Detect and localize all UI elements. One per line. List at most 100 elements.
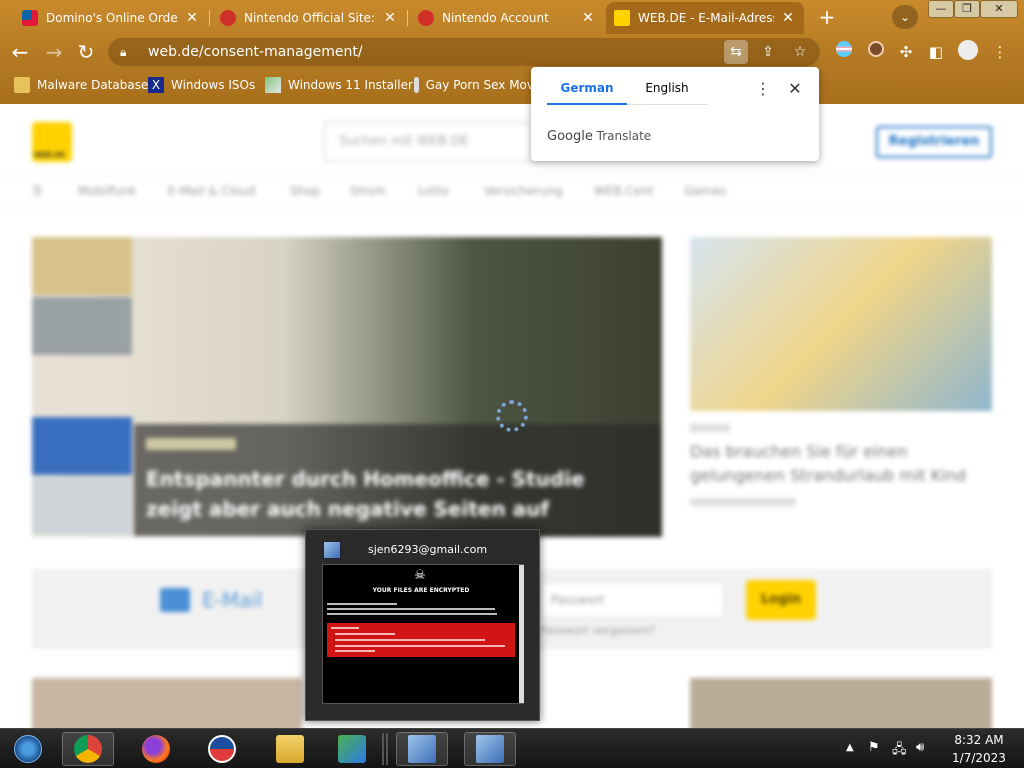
forgot-password-link[interactable]: Passwort vergessen?	[540, 624, 655, 637]
tab-search-button[interactable]: ⌄	[892, 5, 918, 29]
taskbar-network[interactable]	[326, 732, 378, 766]
nav-item[interactable]: E-Mail & Cloud	[168, 184, 256, 198]
tab-dominos[interactable]: Domino's Online Ordering ✕	[14, 4, 208, 32]
address-bar[interactable]: 🔒︎ web.de/consent-management/ ⇆ ⇪ ☆	[108, 38, 820, 66]
close-tab-icon[interactable]: ✕	[780, 10, 796, 26]
hero-caption[interactable]: Entspannter durch Homeoffice - Studie ze…	[134, 424, 662, 536]
taskbar-chrome[interactable]	[62, 732, 114, 766]
bookmark-gay-porn-sex-mov[interactable]: Gay Porn Sex Mov	[414, 74, 534, 96]
folder-icon	[14, 77, 30, 93]
translate-source-tab[interactable]: German	[547, 81, 627, 105]
nav-item[interactable]: Games	[684, 184, 726, 198]
new-tab-button[interactable]: +	[814, 6, 840, 30]
close-tab-icon[interactable]: ✕	[382, 10, 398, 26]
side-panel-icon[interactable]: ◧	[924, 40, 948, 64]
close-tab-icon[interactable]: ✕	[184, 10, 200, 26]
scrollbar[interactable]	[519, 565, 524, 703]
google-wordmark: Google	[547, 129, 593, 144]
show-hidden-icons-icon[interactable]: ▲	[846, 742, 854, 753]
start-button[interactable]	[2, 732, 54, 766]
extension-flag-icon[interactable]	[832, 40, 856, 64]
thumbnail[interactable]	[32, 417, 132, 475]
register-button[interactable]: Registrieren	[876, 126, 992, 158]
network-icon[interactable]: 🖧︎	[892, 740, 907, 762]
x-favicon-icon: X	[148, 77, 164, 93]
nav-item[interactable]: Versicherung	[484, 184, 563, 198]
tab-title: Nintendo Account	[442, 11, 549, 25]
side-article-image[interactable]	[690, 237, 992, 411]
program-icon	[476, 735, 504, 763]
hero-kicker	[146, 438, 236, 450]
translate-target-tab[interactable]: English	[627, 81, 707, 105]
extensions-puzzle-icon[interactable]: ✣	[894, 40, 918, 64]
taskbar-firefox[interactable]	[130, 732, 182, 766]
system-clock[interactable]: 8:32 AM 1/7/2023	[944, 731, 1014, 767]
password-input[interactable]: Passwort	[540, 582, 724, 618]
nav-item[interactable]: WEB.Cent	[594, 184, 654, 198]
chrome-icon	[74, 735, 102, 763]
ransomware-window[interactable]: sjen6293@gmail.com ☠ YOUR FILES ARE ENCR…	[305, 529, 540, 721]
forward-arrow-icon[interactable]: →	[40, 38, 68, 66]
program-icon	[323, 541, 341, 559]
hero-headline: Entspannter durch Homeoffice - Studie ze…	[146, 467, 585, 521]
profile-icon[interactable]	[956, 40, 980, 64]
translate-options-icon[interactable]: ⋮	[755, 79, 771, 98]
side-headline[interactable]: Das brauchen Sie für einen gelungenen St…	[690, 440, 990, 488]
lock-icon: 🔒︎	[120, 44, 127, 59]
hamburger-icon[interactable]: ☰	[32, 184, 43, 198]
firefox-icon	[142, 735, 170, 763]
share-icon[interactable]: ⇪	[756, 40, 780, 64]
taskbar-file-explorer[interactable]	[264, 732, 316, 766]
ransom-heading: YOUR FILES ARE ENCRYPTED	[372, 587, 470, 594]
loading-spinner-icon	[496, 400, 528, 432]
tab-webde[interactable]: WEB.DE - E-Mail-Adresse ✕	[606, 2, 804, 34]
bookmark-malware-database[interactable]: Malware Database	[14, 74, 148, 96]
article-image[interactable]	[32, 678, 302, 728]
close-tab-icon[interactable]: ✕	[580, 10, 596, 26]
taskbar-divider	[386, 733, 388, 765]
tab-title: Nintendo Official Site: Co	[244, 11, 376, 25]
extension-avatar-icon[interactable]	[864, 40, 888, 64]
site-search-input[interactable]: Suchen mit WEB.DE	[324, 122, 534, 162]
menu-kebab-icon[interactable]: ⋮	[988, 40, 1012, 64]
translate-icon[interactable]: ⇆	[724, 40, 748, 64]
tab-nintendo-official[interactable]: Nintendo Official Site: Co ✕	[212, 4, 406, 32]
note-text-line	[335, 650, 375, 652]
minimize-button[interactable]: —	[928, 0, 954, 18]
webde-logo[interactable]	[32, 122, 72, 162]
nav-item[interactable]: Mobilfunk	[78, 184, 136, 198]
taskbar-ransomware-2[interactable]	[464, 732, 516, 766]
back-arrow-icon[interactable]: ←	[6, 38, 34, 66]
volume-icon[interactable]: 🔊︎	[916, 740, 924, 755]
bookmark-windows-isos[interactable]: X Windows ISOs	[148, 74, 255, 96]
action-center-flag-icon[interactable]: ⚑	[868, 740, 880, 755]
login-button[interactable]: Login	[746, 580, 816, 620]
taskbar-obama[interactable]	[196, 732, 248, 766]
thumbnail[interactable]	[32, 477, 132, 535]
thumbnail[interactable]	[32, 237, 132, 295]
close-window-button[interactable]: ✕	[980, 0, 1018, 18]
note-text-line	[331, 627, 359, 629]
nav-item[interactable]: Lotto	[418, 184, 449, 198]
tab-nintendo-account[interactable]: Nintendo Account ✕	[410, 4, 604, 32]
tab-title: WEB.DE - E-Mail-Adresse	[638, 11, 774, 25]
mail-icon	[160, 588, 190, 612]
nav-item[interactable]: Strom	[350, 184, 386, 198]
mario-favicon-icon	[418, 10, 434, 26]
close-icon[interactable]: ✕	[785, 79, 805, 98]
bookmark-star-icon[interactable]: ☆	[788, 40, 812, 64]
bookmark-windows-11-installer[interactable]: Windows 11 Installer	[265, 74, 413, 96]
ransom-window-title: sjen6293@gmail.com	[368, 543, 488, 556]
note-text-line	[327, 613, 497, 615]
thumbnail[interactable]	[32, 357, 132, 415]
taskbar-ransomware-1[interactable]	[396, 732, 448, 766]
thumbnail[interactable]	[32, 297, 132, 355]
nav-item[interactable]: Shop	[290, 184, 320, 198]
google-translate-brand: Google Translate	[547, 129, 651, 144]
program-icon	[408, 735, 436, 763]
reload-icon[interactable]: ↻	[72, 38, 100, 66]
ransom-warning-box	[327, 623, 515, 657]
article-image[interactable]	[690, 678, 992, 728]
note-text-line	[335, 639, 485, 641]
maximize-button[interactable]: ❐	[954, 0, 980, 18]
